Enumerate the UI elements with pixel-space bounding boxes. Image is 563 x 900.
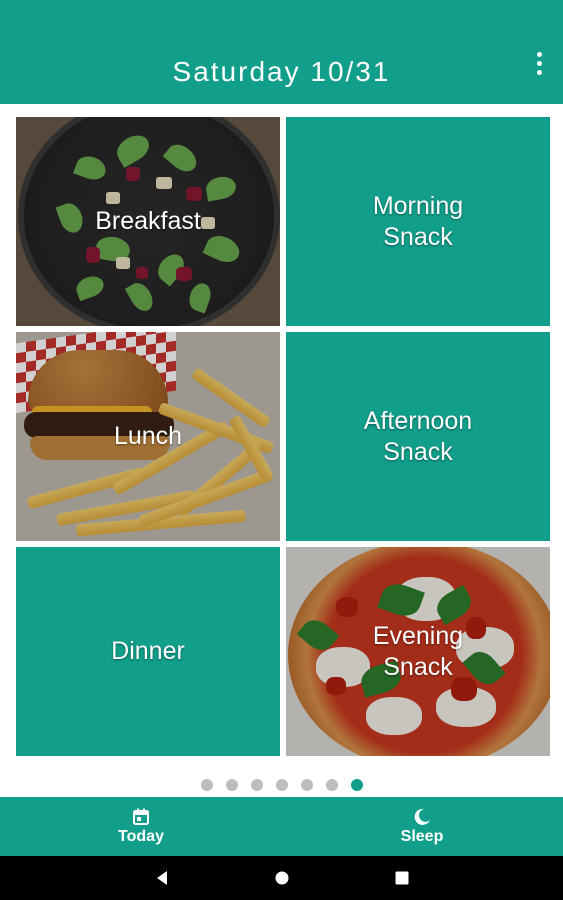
back-triangle-icon[interactable]: [152, 868, 172, 888]
app-bar: Saturday 10/31: [0, 0, 563, 104]
page-dot[interactable]: [250, 779, 263, 791]
page-dot[interactable]: [325, 779, 338, 791]
recents-square-icon[interactable]: [392, 868, 412, 888]
nav-label: Today: [118, 827, 164, 845]
page-indicator: [0, 779, 563, 791]
tile-label: Lunch: [113, 422, 183, 450]
tile-label: Morning Snack: [372, 191, 464, 251]
bottom-nav: Today Sleep: [0, 797, 563, 856]
nav-today[interactable]: Today: [71, 797, 211, 856]
moon-icon: [414, 808, 430, 825]
tile-dinner[interactable]: Dinner: [16, 547, 280, 756]
tile-lunch[interactable]: Lunch: [16, 332, 280, 541]
page-dot[interactable]: [200, 779, 213, 791]
meal-grid: Breakfast Morning Snack Lunch Afternoon …: [16, 117, 550, 756]
home-circle-icon[interactable]: [272, 868, 292, 888]
page-dot[interactable]: [225, 779, 238, 791]
tile-evening-snack[interactable]: Evening Snack: [286, 547, 550, 756]
page-dot-active[interactable]: [350, 779, 363, 791]
tile-afternoon-snack[interactable]: Afternoon Snack: [286, 332, 550, 541]
tile-label: Dinner: [111, 637, 185, 665]
page-dot[interactable]: [275, 779, 288, 791]
tile-morning-snack[interactable]: Morning Snack: [286, 117, 550, 326]
page-title: Saturday 10/31: [172, 56, 391, 87]
system-nav-bar: [0, 856, 563, 900]
tile-label: Breakfast: [95, 207, 201, 235]
nav-sleep[interactable]: Sleep: [352, 797, 492, 856]
more-vert-icon[interactable]: [529, 48, 549, 78]
tile-label: Evening Snack: [372, 621, 464, 681]
page-dot[interactable]: [300, 779, 313, 791]
tile-label: Afternoon Snack: [363, 406, 473, 466]
nav-label: Sleep: [400, 827, 444, 845]
calendar-icon: [133, 808, 149, 825]
tile-breakfast[interactable]: Breakfast: [16, 117, 280, 326]
